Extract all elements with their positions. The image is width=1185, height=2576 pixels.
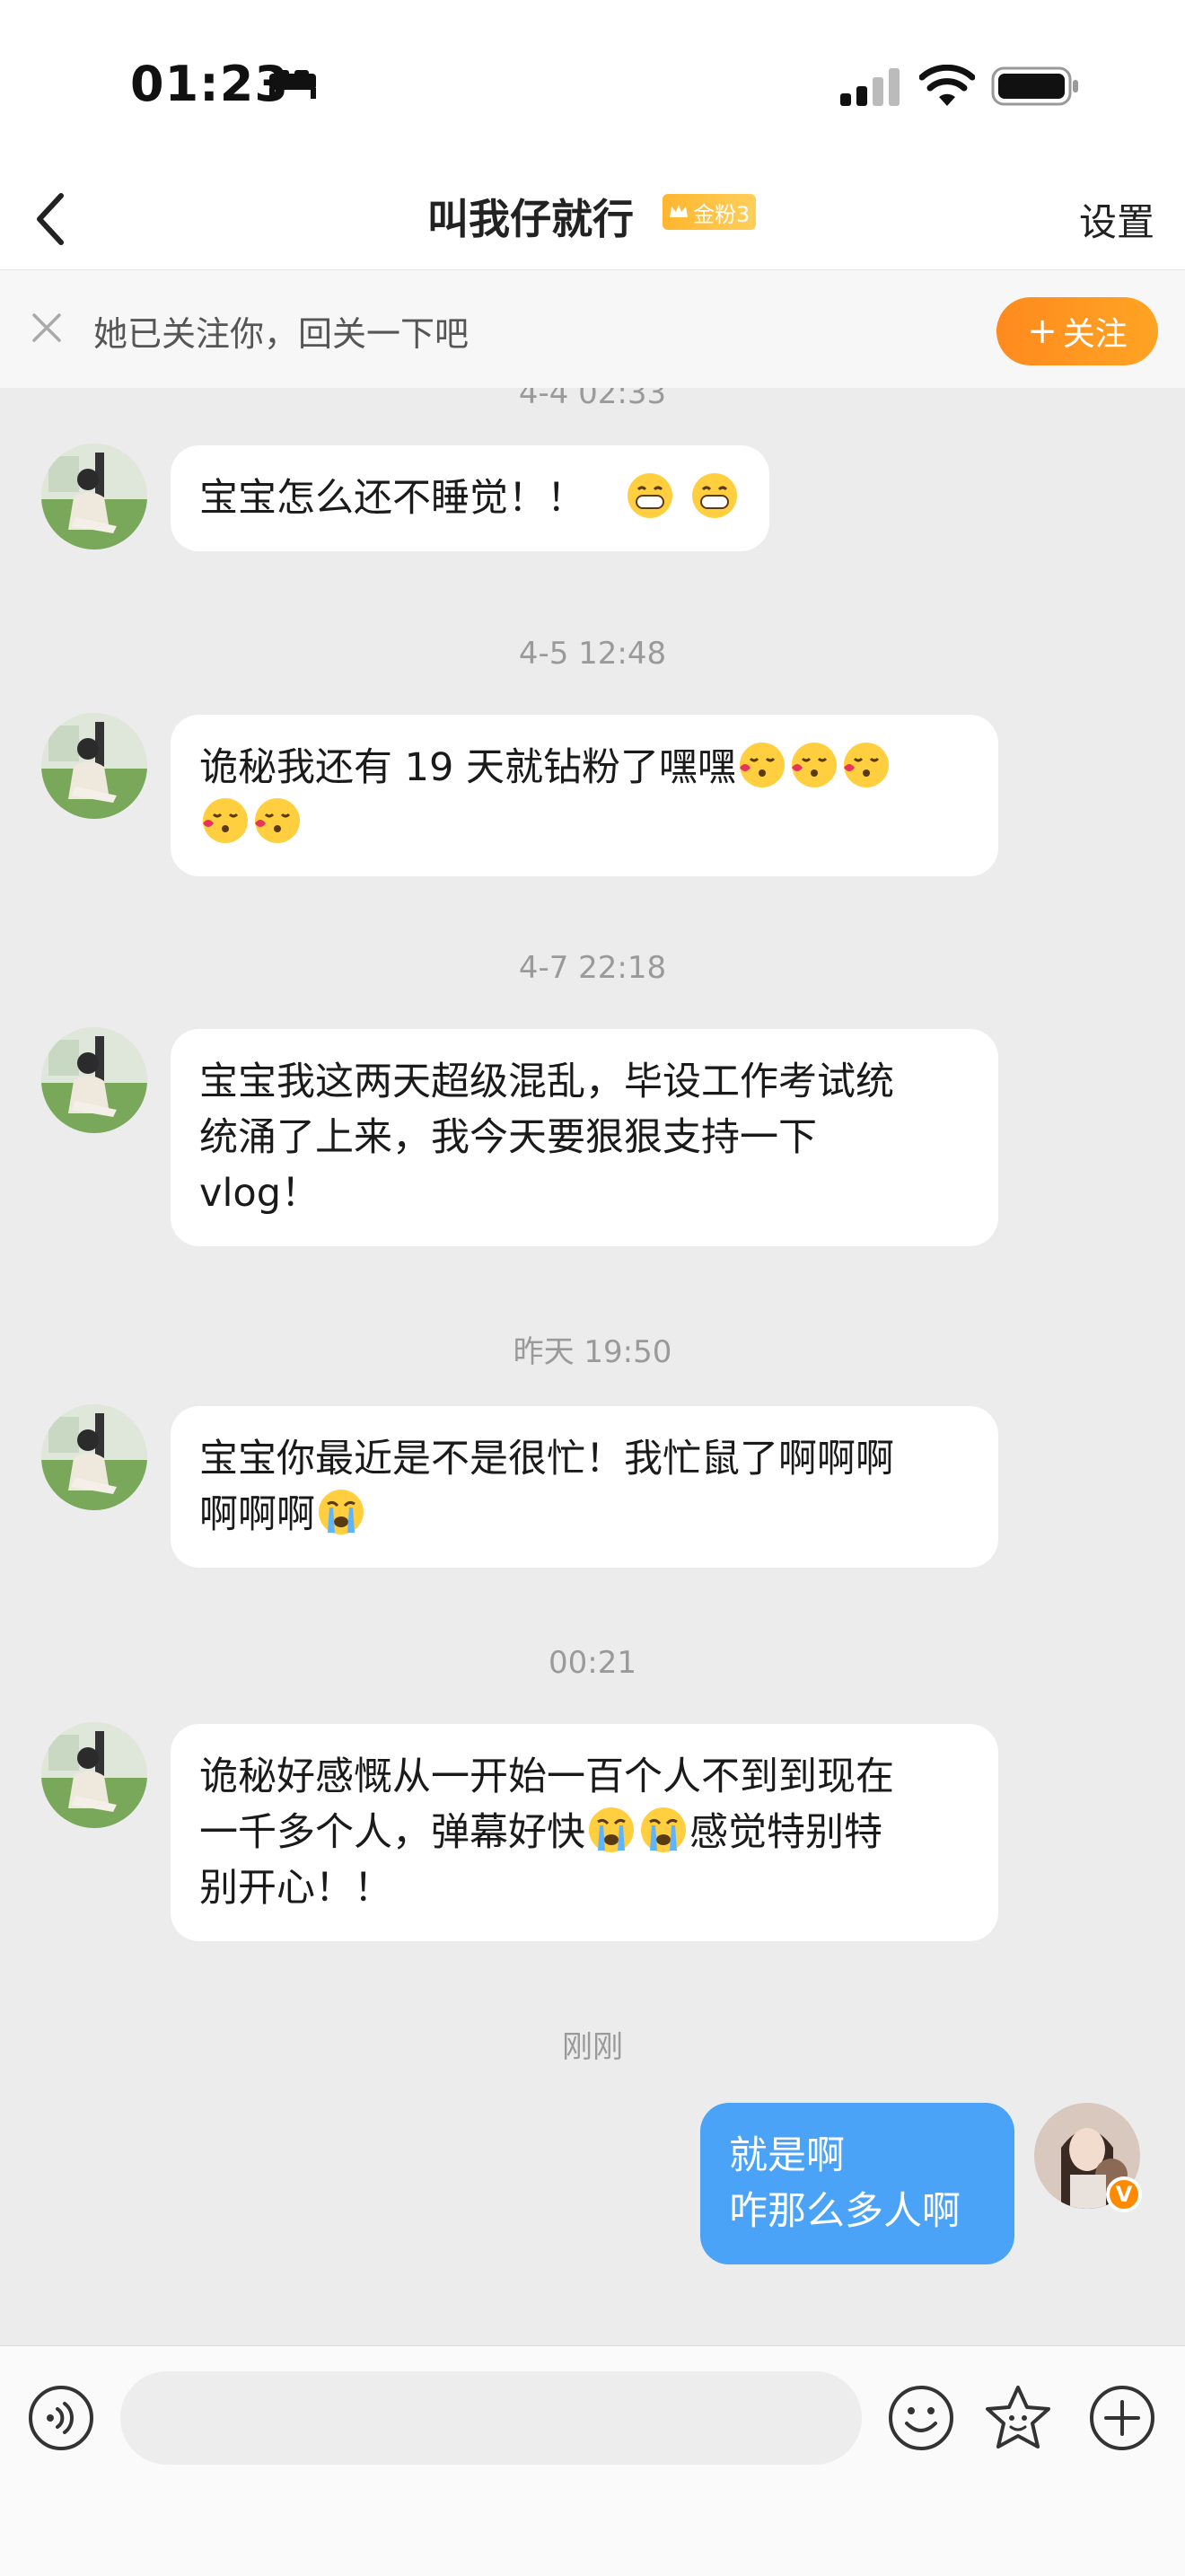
sticker-icon[interactable] <box>984 2384 1052 2452</box>
plus-icon: + <box>1027 311 1058 352</box>
follow-button-label: 关注 <box>1062 316 1128 353</box>
message-list[interactable]: 4-4 02:33 宝宝怎么还不睡觉！！ 4-5 12:48 诡秘我还有 19 … <box>0 388 1185 2345</box>
status-time: 01:23 <box>130 56 289 112</box>
message-text-line: 咋那么多人啊 <box>729 2189 961 2234</box>
message-timestamp: 00:21 <box>549 1645 636 1681</box>
wifi-icon <box>919 65 975 106</box>
fan-level-badge: 金粉3 <box>663 194 756 230</box>
message-text: 诡秘我还有 19 天就钻粉了嘿嘿 <box>199 745 737 790</box>
bed-icon <box>269 70 316 99</box>
kiss-emoji-icon <box>740 743 786 787</box>
kiss-emoji-icon <box>792 743 838 787</box>
message-bubble[interactable]: 宝宝你最近是不是很忙！我忙鼠了啊啊啊 啊啊啊 <box>171 1406 998 1568</box>
message-text: 宝宝怎么还不睡觉！！ <box>199 476 585 521</box>
follow-button[interactable]: + 关注 <box>996 297 1158 365</box>
message-bubble[interactable]: 宝宝我这两天超级混乱，毕设工作考试统 统涌了上来，我今天要狠狠支持一下 vlog… <box>171 1029 998 1246</box>
cry-emoji-icon <box>641 1807 686 1852</box>
message-timestamp: 4-7 22:18 <box>518 950 667 986</box>
message-text-line: 宝宝我这两天超级混乱，毕设工作考试统 <box>199 1059 894 1104</box>
message-text-line: 一千多个人，弹幕好快 <box>199 1810 585 1855</box>
fan-badge-label: 金粉3 <box>693 201 750 227</box>
cry-emoji-icon <box>319 1490 364 1534</box>
status-bar: 01:23 <box>0 0 1185 171</box>
voice-input-icon[interactable] <box>27 2384 95 2452</box>
message-text-line: vlog！ <box>199 1171 320 1216</box>
nav-bar: 叫我仔就行 金粉3 设置 <box>0 171 1185 269</box>
contact-avatar[interactable] <box>41 1404 147 1510</box>
verified-v-badge: V <box>1106 2176 1142 2212</box>
kiss-emoji-icon <box>844 743 890 787</box>
message-text-line: 统涌了上来，我今天要狠狠支持一下 <box>199 1115 817 1160</box>
my-message-bubble[interactable]: 就是啊 咋那么多人啊 <box>700 2103 1014 2264</box>
close-icon[interactable] <box>29 310 65 346</box>
contact-avatar[interactable] <box>41 444 147 549</box>
message-timestamp: 4-4 02:33 <box>518 388 667 411</box>
chat-title: 叫我仔就行 <box>427 195 634 243</box>
kiss-emoji-icon <box>255 798 300 843</box>
message-bubble[interactable]: 宝宝怎么还不睡觉！！ <box>171 445 770 551</box>
message-bubble[interactable]: 诡秘我还有 19 天就钻粉了嘿嘿 <box>171 715 998 876</box>
add-more-icon[interactable] <box>1088 2384 1156 2452</box>
contact-avatar[interactable] <box>41 1722 147 1828</box>
input-bar <box>0 2345 1185 2576</box>
message-text-line: 感觉特别特 <box>689 1810 882 1855</box>
follow-back-text: 她已关注你，回关一下吧 <box>93 314 470 354</box>
message-bubble[interactable]: 诡秘好感慨从一开始一百个人不到到现在 一千多个人，弹幕好快 感觉特别特 别开心！！ <box>171 1724 998 1941</box>
kiss-emoji-icon <box>203 798 248 843</box>
message-timestamp: 4-5 12:48 <box>518 636 667 672</box>
message-timestamp: 昨天 19:50 <box>513 1334 672 1370</box>
message-text-line: 宝宝你最近是不是很忙！我忙鼠了啊啊啊 <box>199 1437 894 1481</box>
emoji-picker-icon[interactable] <box>887 2384 955 2452</box>
message-text-line: 就是啊 <box>729 2133 845 2178</box>
cellular-signal-icon <box>840 68 900 106</box>
message-text-line: 别开心！！ <box>199 1866 392 1911</box>
contact-avatar[interactable] <box>41 713 147 819</box>
battery-icon <box>991 66 1078 106</box>
back-icon[interactable] <box>27 183 70 255</box>
message-timestamp: 刚刚 <box>562 2029 623 2065</box>
grin-emoji-icon <box>692 473 738 518</box>
contact-avatar[interactable] <box>41 1027 147 1133</box>
crown-icon <box>670 205 688 217</box>
cry-emoji-icon <box>589 1807 634 1852</box>
message-input[interactable] <box>120 2371 862 2465</box>
grin-emoji-icon <box>628 473 673 518</box>
message-text-line: 啊啊啊 <box>199 1492 315 1537</box>
follow-back-banner: 她已关注你，回关一下吧 + 关注 <box>0 269 1185 389</box>
message-text-line: 诡秘好感慨从一开始一百个人不到到现在 <box>199 1754 894 1799</box>
settings-button[interactable]: 设置 <box>1079 192 1154 247</box>
